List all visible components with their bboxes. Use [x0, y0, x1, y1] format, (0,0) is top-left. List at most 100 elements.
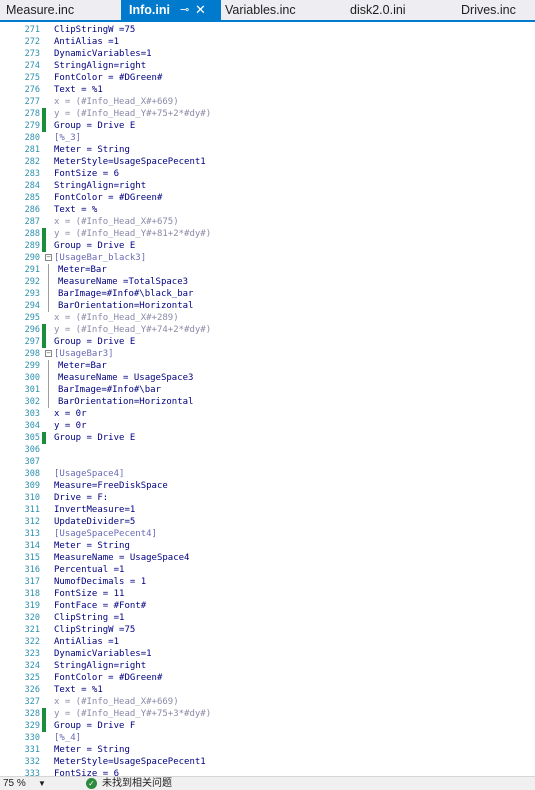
code-line[interactable]: 332 MeterStyle=UsageSpacePecent1: [0, 756, 535, 768]
line-number: 306: [24, 445, 40, 455]
indent-guide: [48, 264, 49, 276]
code-line[interactable]: 312 UpdateDivider=5: [0, 516, 535, 528]
code-line[interactable]: 293 BarImage=#Info#\black_bar: [0, 288, 535, 300]
code-text: ClipStringW =75: [54, 25, 136, 35]
code-line[interactable]: 296 y = (#Info_Head_Y#+74+2*#dy#): [0, 324, 535, 336]
code-line[interactable]: 315 MeasureName = UsageSpace4: [0, 552, 535, 564]
code-line[interactable]: 320 ClipString =1: [0, 612, 535, 624]
code-line[interactable]: 278 y = (#Info_Head_Y#+75+2*#dy#): [0, 108, 535, 120]
code-line[interactable]: 281 Meter = String: [0, 144, 535, 156]
code-text: Measure=FreeDiskSpace: [54, 481, 168, 491]
code-line[interactable]: 287 x = (#Info_Head_X#+675): [0, 216, 535, 228]
code-line[interactable]: 322 AntiAlias =1: [0, 636, 535, 648]
collapse-icon[interactable]: −: [45, 350, 52, 357]
code-line[interactable]: 314 Meter = String: [0, 540, 535, 552]
code-line[interactable]: 299 Meter=Bar: [0, 360, 535, 372]
line-number: 319: [24, 601, 40, 611]
code-line[interactable]: 291 Meter=Bar: [0, 264, 535, 276]
code-line[interactable]: 285 FontColor = #DGreen#: [0, 192, 535, 204]
pin-icon[interactable]: ⊸: [180, 0, 189, 20]
code-line[interactable]: 280 [%_3]: [0, 132, 535, 144]
code-line[interactable]: 271 ClipStringW =75: [0, 24, 535, 36]
code-line[interactable]: 290− [UsageBar_black3]: [0, 252, 535, 264]
code-line[interactable]: 303 x = 0r: [0, 408, 535, 420]
code-line[interactable]: 288 y = (#Info_Head_Y#+81+2*#dy#): [0, 228, 535, 240]
code-line[interactable]: 327 x = (#Info_Head_X#+669): [0, 696, 535, 708]
code-line[interactable]: 310 Drive = F:: [0, 492, 535, 504]
tab-label: Info.ini: [129, 3, 170, 17]
line-number: 297: [24, 337, 40, 347]
tab-variables-inc[interactable]: Variables.inc: [225, 0, 296, 20]
code-line[interactable]: 304 y = 0r: [0, 420, 535, 432]
code-line[interactable]: 330 [%_4]: [0, 732, 535, 744]
line-number: 284: [24, 181, 40, 191]
code-line[interactable]: 295 x = (#Info_Head_X#+289): [0, 312, 535, 324]
line-number: 272: [24, 37, 40, 47]
code-text: InvertMeasure=1: [54, 505, 136, 515]
code-text: Group = Drive F: [54, 721, 136, 731]
code-line[interactable]: 272 AntiAlias =1: [0, 36, 535, 48]
line-number: 276: [24, 85, 40, 95]
code-line[interactable]: 292 MeasureName =TotalSpace3: [0, 276, 535, 288]
code-text: AntiAlias =1: [54, 37, 120, 47]
code-line[interactable]: 273 DynamicVariables=1: [0, 48, 535, 60]
code-line[interactable]: 317 NumofDecimals = 1: [0, 576, 535, 588]
code-line[interactable]: 311 InvertMeasure=1: [0, 504, 535, 516]
code-line[interactable]: 282 MeterStyle=UsageSpacePecent1: [0, 156, 535, 168]
code-line[interactable]: 276 Text = %1: [0, 84, 535, 96]
close-icon[interactable]: ✕: [195, 0, 206, 20]
code-line[interactable]: 289 Group = Drive E: [0, 240, 535, 252]
code-line[interactable]: 333 FontSize = 6: [0, 768, 535, 776]
change-marker: [42, 324, 46, 336]
code-text: Meter = String: [54, 541, 130, 551]
code-line[interactable]: 307: [0, 456, 535, 468]
code-line[interactable]: 298− [UsageBar3]: [0, 348, 535, 360]
tab-disk2-ini[interactable]: disk2.0.ini: [350, 0, 406, 20]
code-text: DynamicVariables=1: [54, 49, 152, 59]
indent-guide: [48, 384, 49, 396]
tab-info-ini[interactable]: Info.ini ⊸ ✕: [121, 0, 221, 20]
tab-label: Drives.inc: [461, 3, 516, 17]
code-line[interactable]: 331 Meter = String: [0, 744, 535, 756]
collapse-icon[interactable]: −: [45, 254, 52, 261]
code-line[interactable]: 326 Text = %1: [0, 684, 535, 696]
change-marker: [42, 336, 46, 348]
line-number: 330: [24, 733, 40, 743]
code-line[interactable]: 309 Measure=FreeDiskSpace: [0, 480, 535, 492]
line-number: 310: [24, 493, 40, 503]
code-line[interactable]: 325 FontColor = #DGreen#: [0, 672, 535, 684]
code-line[interactable]: 283 FontSize = 6: [0, 168, 535, 180]
code-line[interactable]: 308 [UsageSpace4]: [0, 468, 535, 480]
code-line[interactable]: 319 FontFace = #Font#: [0, 600, 535, 612]
line-number: 324: [24, 661, 40, 671]
zoom-level[interactable]: 75 %: [3, 777, 26, 790]
code-line[interactable]: 301 BarImage=#Info#\bar: [0, 384, 535, 396]
code-line[interactable]: 316 Percentual =1: [0, 564, 535, 576]
code-line[interactable]: 328 y = (#Info_Head_Y#+75+3*#dy#): [0, 708, 535, 720]
code-line[interactable]: 318 FontSize = 11: [0, 588, 535, 600]
code-line[interactable]: 284 StringAlign=right: [0, 180, 535, 192]
code-text: FontColor = #DGreen#: [54, 673, 163, 683]
code-line[interactable]: 297 Group = Drive E: [0, 336, 535, 348]
code-line[interactable]: 313 [UsageSpacePecent4]: [0, 528, 535, 540]
tab-measure-inc[interactable]: Measure.inc: [6, 0, 74, 20]
code-line[interactable]: 305 Group = Drive E: [0, 432, 535, 444]
code-line[interactable]: 321 ClipStringW =75: [0, 624, 535, 636]
line-number: 304: [24, 421, 40, 431]
code-line[interactable]: 324 StringAlign=right: [0, 660, 535, 672]
code-line[interactable]: 306: [0, 444, 535, 456]
code-line[interactable]: 329 Group = Drive F: [0, 720, 535, 732]
code-line[interactable]: 300 MeasureName = UsageSpace3: [0, 372, 535, 384]
tab-drives-inc[interactable]: Drives.inc: [461, 0, 516, 20]
code-line[interactable]: 277 x = (#Info_Head_X#+669): [0, 96, 535, 108]
code-line[interactable]: 274 StringAlign=right: [0, 60, 535, 72]
code-line[interactable]: 294 BarOrientation=Horizontal: [0, 300, 535, 312]
code-editor[interactable]: 271 ClipStringW =75 272 AntiAlias =1 273 Dyna…: [0, 22, 535, 776]
code-line[interactable]: 279 Group = Drive E: [0, 120, 535, 132]
code-text: [%_3]: [54, 133, 82, 143]
chevron-down-icon[interactable]: ▼: [38, 777, 46, 790]
code-line[interactable]: 275 FontColor = #DGreen#: [0, 72, 535, 84]
code-line[interactable]: 302 BarOrientation=Horizontal: [0, 396, 535, 408]
code-line[interactable]: 323 DynamicVariables=1: [0, 648, 535, 660]
code-line[interactable]: 286 Text = %: [0, 204, 535, 216]
